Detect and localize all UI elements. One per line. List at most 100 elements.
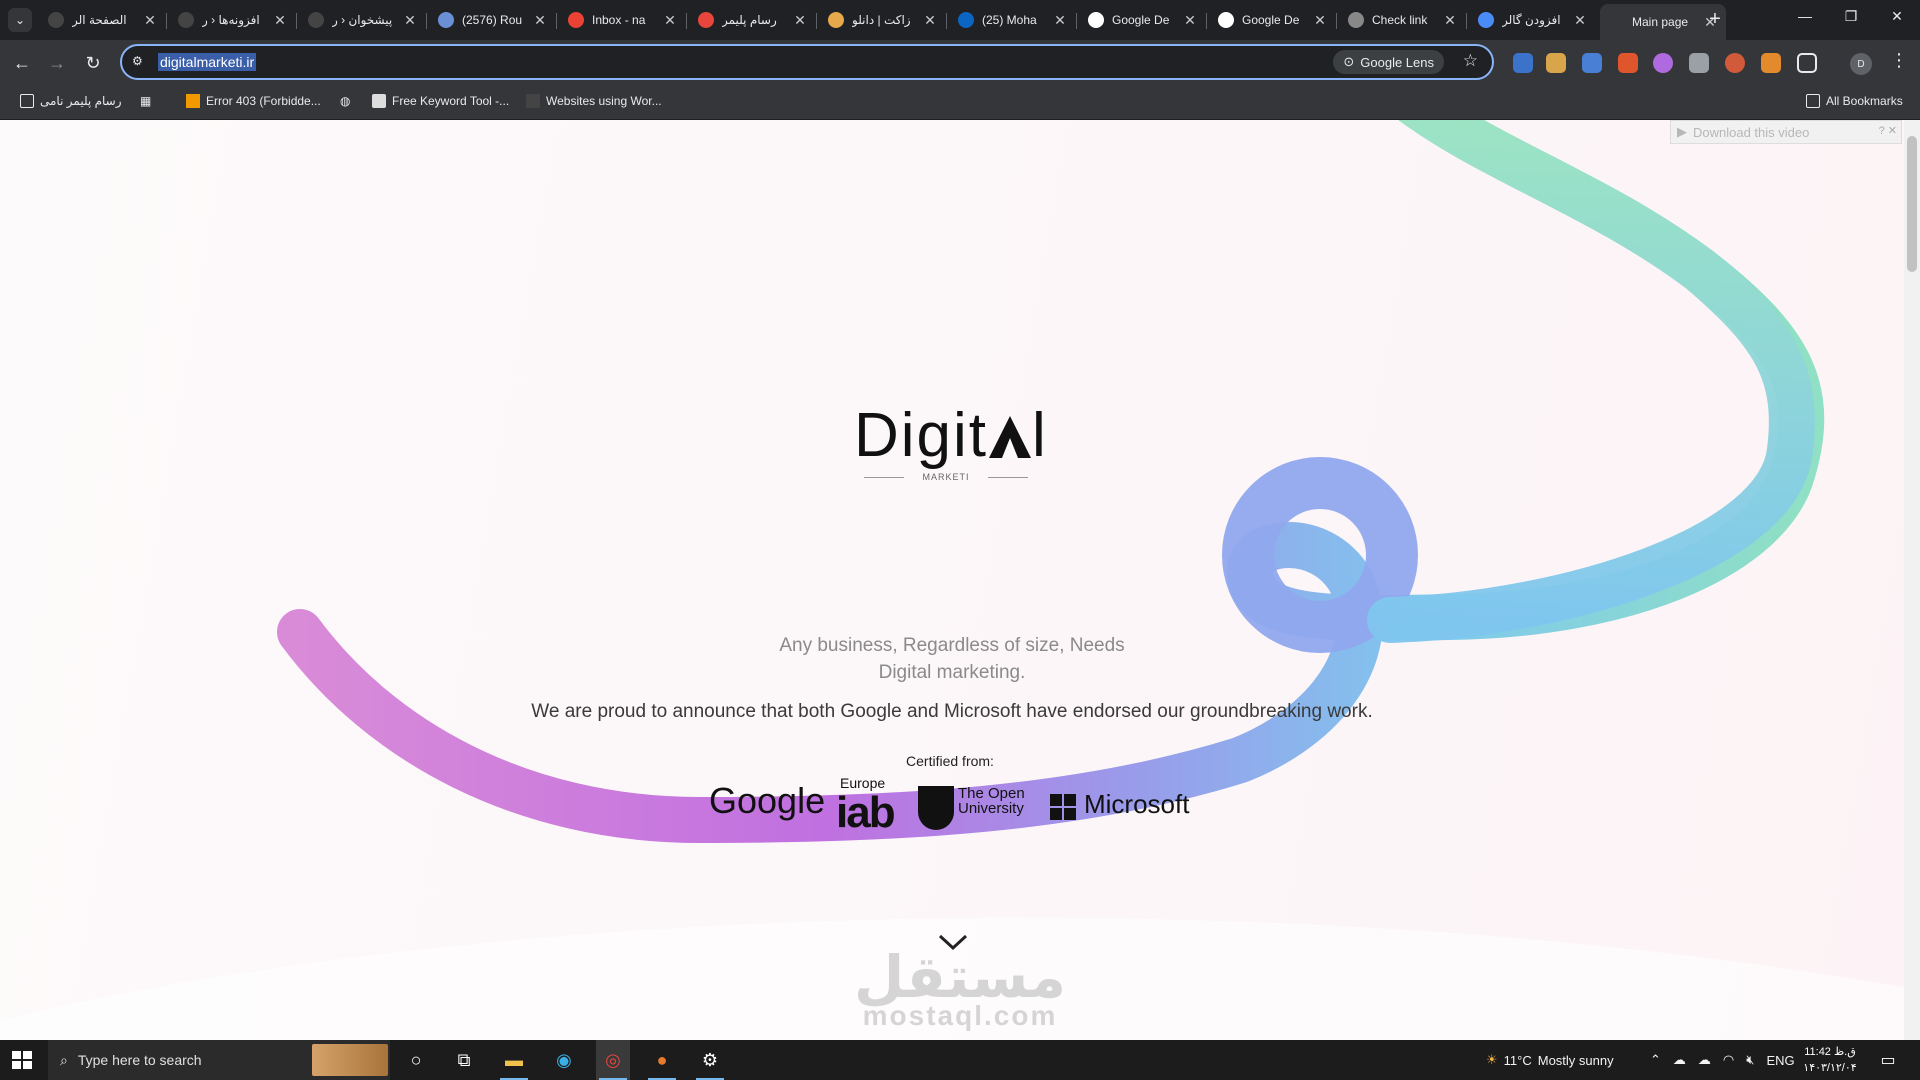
- all-bookmarks[interactable]: All Bookmarks: [1806, 94, 1903, 108]
- decorative-ribbon: [0, 120, 1920, 1040]
- extension-icon[interactable]: [1546, 53, 1566, 73]
- close-tab-icon[interactable]: ✕: [142, 12, 158, 29]
- shield-icon[interactable]: [1689, 53, 1709, 73]
- google-lens-button[interactable]: ⊙ Google Lens: [1333, 50, 1444, 74]
- browser-tab[interactable]: افزونه‌ها ‹ ر ✕: [170, 6, 297, 34]
- close-tab-icon[interactable]: ✕: [1572, 12, 1588, 29]
- chevron-up-icon[interactable]: ⌃: [1650, 1052, 1661, 1068]
- taskbar-clock[interactable]: 11:42 ق.ظ ۱۴۰۳/۱۲/۰۴: [1800, 1044, 1860, 1076]
- browser-tab[interactable]: Google De ✕: [1080, 6, 1207, 34]
- tab-search-icon[interactable]: ⌄: [8, 8, 32, 32]
- chrome-icon[interactable]: ◎: [596, 1040, 630, 1080]
- browser-tab[interactable]: Check link ✕: [1340, 6, 1467, 34]
- browser-tab[interactable]: افزودن گالر ✕: [1470, 6, 1596, 34]
- site-info-icon[interactable]: ⚙: [132, 54, 148, 70]
- chart-icon: [186, 94, 200, 108]
- translate-icon[interactable]: [1582, 53, 1602, 73]
- tab-separator: [1336, 13, 1337, 29]
- browser-tab[interactable]: زاکت | دانلو ✕: [820, 6, 947, 34]
- browser-tab[interactable]: Google De ✕: [1210, 6, 1337, 34]
- windows-start-icon[interactable]: [12, 1051, 32, 1069]
- close-tab-icon[interactable]: ✕: [1442, 12, 1458, 29]
- browser-tab[interactable]: پیشخوان ‹ ر ✕: [300, 6, 427, 34]
- file-explorer-icon[interactable]: ▬: [502, 1048, 526, 1072]
- tab-label: (25) Moha: [982, 13, 1037, 27]
- close-tab-icon[interactable]: ✕: [1312, 12, 1328, 29]
- back-icon[interactable]: ←: [10, 51, 34, 75]
- extension-icon[interactable]: [1513, 53, 1533, 73]
- extensions-puzzle-icon[interactable]: [1797, 53, 1817, 73]
- app-icon[interactable]: ●: [650, 1048, 674, 1072]
- open-university-shield-icon: [918, 786, 954, 830]
- open-university-logo: The Open University: [958, 786, 1025, 816]
- tab-favicon-icon: [1218, 12, 1234, 28]
- bookmark-item[interactable]: Error 403 (Forbidde...: [186, 94, 321, 108]
- bookmark-item[interactable]: Free Keyword Tool -...: [372, 94, 509, 108]
- download-video-button[interactable]: ▶ Download this video ? ✕: [1670, 120, 1902, 144]
- search-highlight-image: [312, 1044, 388, 1076]
- browser-tab[interactable]: رسام پلیمر ✕: [690, 6, 817, 34]
- google-logo: Google: [709, 780, 826, 821]
- close-window-icon[interactable]: ✕: [1874, 8, 1920, 25]
- download-video-controls[interactable]: ? ✕: [1879, 124, 1897, 137]
- extension-icon[interactable]: [1761, 53, 1781, 73]
- onedrive-icon[interactable]: ☁: [1698, 1052, 1711, 1068]
- bookmark-item[interactable]: Websites using Wor...: [526, 94, 662, 108]
- minimize-icon[interactable]: —: [1782, 8, 1828, 24]
- forward-icon[interactable]: →: [45, 51, 69, 75]
- new-tab-button[interactable]: +: [1703, 8, 1727, 31]
- tab-separator: [426, 13, 427, 29]
- close-tab-icon[interactable]: ✕: [532, 12, 548, 29]
- globe-icon[interactable]: ◍: [340, 94, 350, 108]
- bookmark-item[interactable]: رسام پلیمر نامی: [20, 94, 122, 108]
- close-tab-icon[interactable]: ✕: [922, 12, 938, 29]
- extension-icon[interactable]: [1653, 53, 1673, 73]
- close-tab-icon[interactable]: ✕: [272, 12, 288, 29]
- profile-avatar[interactable]: D: [1850, 53, 1872, 75]
- bookmark-star-icon[interactable]: ☆: [1463, 51, 1478, 71]
- extension-icon[interactable]: [1725, 53, 1745, 73]
- language-indicator[interactable]: ENG: [1766, 1053, 1794, 1068]
- close-tab-icon[interactable]: ✕: [1052, 12, 1068, 29]
- browser-tab[interactable]: الصفحة الر ✕: [40, 6, 167, 34]
- close-tab-icon[interactable]: ✕: [1182, 12, 1198, 29]
- address-bar[interactable]: ⚙ digitalmarketi.ir ⊙ Google Lens ☆: [120, 44, 1494, 80]
- weather-widget[interactable]: ☀ 11°C Mostly sunny: [1486, 1040, 1614, 1080]
- scrollbar-thumb[interactable]: [1907, 136, 1917, 272]
- weather-temp: 11°C: [1503, 1052, 1532, 1068]
- browser-tab[interactable]: (25) Moha ✕: [950, 6, 1077, 34]
- logo-subtitle: MARKETI: [922, 472, 970, 482]
- apps-grid-icon[interactable]: ▦: [140, 94, 151, 108]
- task-view-icon[interactable]: ⧉: [452, 1048, 476, 1072]
- menu-dots-icon[interactable]: ⋮: [1890, 50, 1908, 71]
- taskbar-search[interactable]: ⌕ Type here to search: [48, 1040, 390, 1080]
- site-logo[interactable]: Digit l MARKETI: [850, 400, 1050, 482]
- logo-tail: l: [1032, 401, 1048, 470]
- cortana-icon[interactable]: ○: [404, 1048, 428, 1072]
- volume-muted-icon[interactable]: 🔇︎: [1746, 1052, 1754, 1068]
- hero-tagline: Any business, Regardless of size, Needs …: [640, 632, 1264, 686]
- notification-icon[interactable]: ▭: [1876, 1048, 1900, 1072]
- tab-label: الصفحة الر: [72, 13, 127, 27]
- settings-gear-icon[interactable]: ⚙: [698, 1048, 722, 1072]
- page-viewport: ▶ Download this video ? ✕ Digit l MARKETI…: [0, 120, 1920, 1040]
- extension-icon[interactable]: [1618, 53, 1638, 73]
- close-tab-icon[interactable]: ✕: [662, 12, 678, 29]
- tab-separator: [556, 13, 557, 29]
- page-scrollbar[interactable]: [1904, 120, 1920, 1040]
- browser-tab[interactable]: Inbox - na ✕: [560, 6, 687, 34]
- browser-tab[interactable]: (2576) Rou ✕: [430, 6, 557, 34]
- tab-favicon-icon: [178, 12, 194, 28]
- wifi-icon[interactable]: ◠: [1723, 1052, 1734, 1068]
- logo-triangle-icon: [989, 416, 1032, 458]
- tab-favicon-icon: [1478, 12, 1494, 28]
- network-status-icon[interactable]: ☁: [1673, 1052, 1686, 1068]
- close-tab-icon[interactable]: ✕: [792, 12, 808, 29]
- url-text[interactable]: digitalmarketi.ir: [158, 53, 257, 71]
- reload-icon[interactable]: ↻: [81, 51, 105, 75]
- close-tab-icon[interactable]: ✕: [402, 12, 418, 29]
- edge-icon[interactable]: ◉: [552, 1048, 576, 1072]
- tab-separator: [1206, 13, 1207, 29]
- restore-icon[interactable]: ❐: [1828, 8, 1874, 25]
- bookmark-label: Error 403 (Forbidde...: [206, 94, 321, 108]
